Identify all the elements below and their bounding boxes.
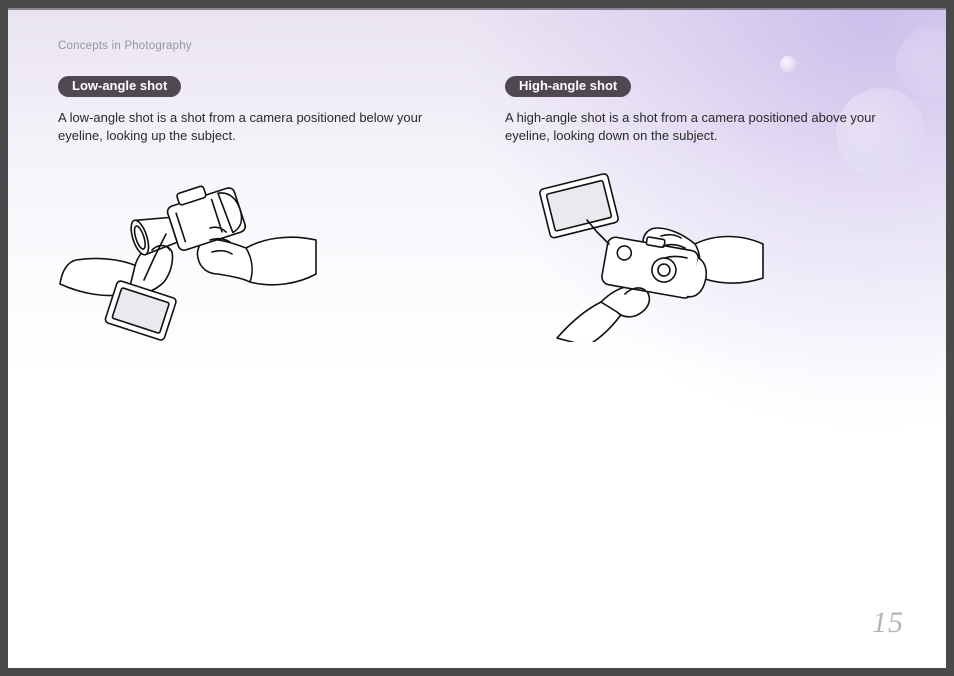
column-high-angle: High-angle shot A high-angle shot is a s… xyxy=(505,76,896,342)
body-text-low-angle: A low-angle shot is a shot from a camera… xyxy=(58,109,448,144)
column-low-angle: Low-angle shot A low-angle shot is a sho… xyxy=(58,76,449,342)
illustration-low-angle-icon xyxy=(58,162,318,342)
illustration-high-angle-icon xyxy=(505,162,765,342)
heading-pill-low-angle: Low-angle shot xyxy=(58,76,181,97)
document-page: Concepts in Photography Low-angle shot A… xyxy=(8,8,946,668)
top-divider xyxy=(8,8,946,10)
decorative-bubble xyxy=(896,28,946,98)
heading-pill-high-angle: High-angle shot xyxy=(505,76,631,97)
section-label: Concepts in Photography xyxy=(58,40,192,52)
decorative-bubble xyxy=(780,56,796,72)
page-number: 15 xyxy=(872,606,904,640)
body-text-high-angle: A high-angle shot is a shot from a camer… xyxy=(505,109,895,144)
